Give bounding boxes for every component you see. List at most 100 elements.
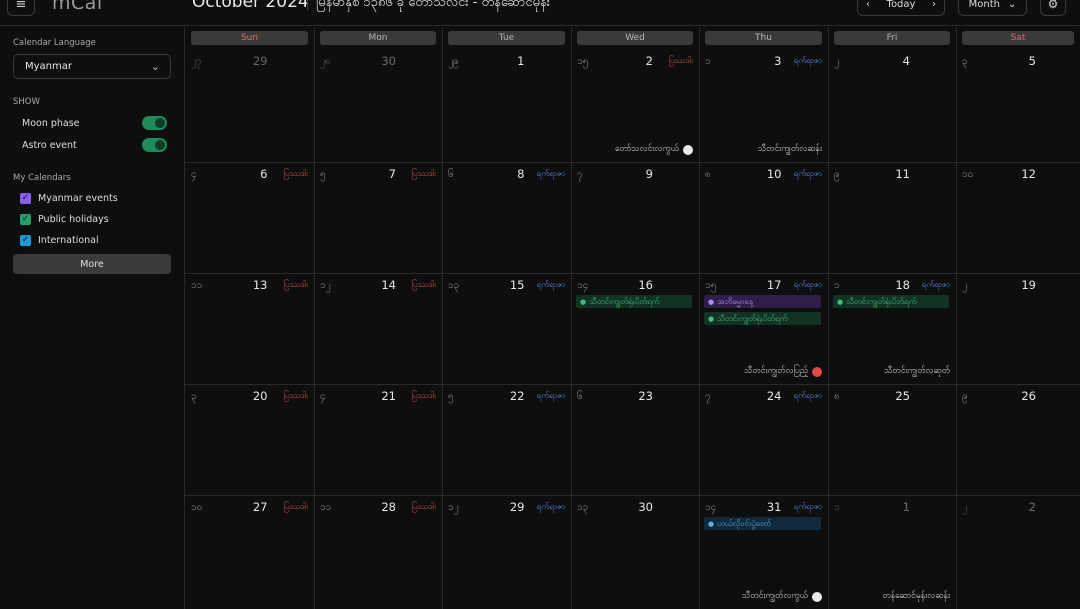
day-cell[interactable]: ၁၅ 2 ပြဿဒါး တော်သလင်းလကွယ် <box>571 49 699 162</box>
day-cell[interactable]: ၆ 8 ရက်ရာဇာ <box>442 162 571 273</box>
yatyaza-badge: ရက်ရာဇာ <box>793 280 822 289</box>
astro-event: တော်သလင်းလကွယ် <box>615 144 693 156</box>
day-cell[interactable]: ၅ 22 ရက်ရာဇာ <box>442 384 571 495</box>
calendar-label: Myanmar events <box>38 192 118 204</box>
day-cell[interactable]: ၇9 <box>571 162 699 273</box>
day-number: 25 <box>895 389 910 403</box>
settings-button[interactable]: ⚙ <box>1040 0 1066 16</box>
event-chip[interactable]: ● အဘိဓမ္မာနေ့ <box>704 295 821 308</box>
day-cell[interactable]: ၁ 1 တန်ဆောင်မုန်းလဆန်း <box>828 495 956 609</box>
calendar-international[interactable]: ✓ International <box>20 233 99 247</box>
myanmar-day-number: ၈ <box>834 391 840 402</box>
pyathada-badge: ပြဿဒါး <box>283 169 308 178</box>
day-cell[interactable]: ၂ 19 <box>956 273 1080 384</box>
day-cell[interactable]: ၁၂ 14 ပြဿဒါး <box>314 273 442 384</box>
date-navigation: ‹ Today › <box>857 0 945 16</box>
astro-event-switch[interactable] <box>142 138 167 152</box>
day-number: 16 <box>638 278 653 292</box>
month-grid: Sun Mon Tue Wed Thu Fri Sat ၂၇ 29 ၂၈ 30 ၂၉ 1 ၁၅ 2 ပြဿဒါ… <box>185 27 1080 609</box>
day-number: 29 <box>509 500 525 514</box>
myanmar-day-number: ၂၉ <box>448 56 459 67</box>
myanmar-day-number: ၉ <box>962 391 968 402</box>
day-cell[interactable]: ၅ 7 ပြဿဒါး <box>314 162 442 273</box>
event-chip[interactable]: ● ဟယ်လိုဝင်းပွဲတော် <box>704 517 821 530</box>
checkbox[interactable]: ✓ <box>20 213 31 225</box>
more-button[interactable]: More <box>13 254 171 274</box>
myanmar-day-number: ၃ <box>191 391 197 402</box>
checkbox[interactable]: ✓ <box>20 234 31 246</box>
my-calendars-label: My Calendars <box>13 173 71 183</box>
day-number: 3 <box>774 54 782 68</box>
day-cell[interactable]: ၁၃ 30 <box>571 495 699 609</box>
day-number: 22 <box>509 389 525 403</box>
day-cell[interactable]: ၁ 18 ရက်ရာဇာ ● သီတင်းကျွတ်ရုံးပိတ်ရက် သီတင်းက… <box>828 273 956 384</box>
astro-event: သီတင်းကျွတ်လကွယ် <box>742 591 822 603</box>
day-cell[interactable]: ၁၁ 13 ပြဿဒါး <box>185 273 314 384</box>
view-select[interactable]: Month ⌄ <box>958 0 1027 16</box>
calendar-public-holidays[interactable]: ✓ Public holidays <box>20 212 109 226</box>
myanmar-day-number: ၅ <box>320 169 326 180</box>
day-cell[interactable]: ၉ 11 <box>828 162 956 273</box>
day-cell[interactable]: ၁၀ 27 ပြဿဒါး <box>185 495 314 609</box>
event-chip[interactable]: ● သီတင်းကျွတ်ရုံးပိတ်ရက် <box>704 312 821 325</box>
day-cell[interactable]: ၂၉ 1 <box>442 49 571 162</box>
day-cell[interactable]: ၂2 <box>956 495 1080 609</box>
day-cell[interactable]: ၉ 26 <box>956 384 1080 495</box>
day-cell[interactable]: ၃ 20 ပြဿဒါး <box>185 384 314 495</box>
event-chip[interactable]: ● သီတင်းကျွတ်ရုံးပိတ်ရက် <box>576 295 692 308</box>
myanmar-day-number: ၁၁ <box>191 280 203 291</box>
moon-phase-switch[interactable] <box>142 116 167 130</box>
event-title: ဟယ်လိုဝင်းပွဲတော် <box>717 518 772 528</box>
chevron-right-icon[interactable]: › <box>932 0 936 10</box>
myanmar-day-number: ၁ <box>705 56 711 67</box>
day-cell[interactable]: ၂4 <box>828 49 956 162</box>
chevron-down-icon: ⌄ <box>1007 0 1017 10</box>
day-cell[interactable]: ၁၅ 17 ရက်ရာဇာ ● အဘိဓမ္မာနေ့ ● သီတင်းကျွတ်ရုံးပ… <box>699 273 828 384</box>
event-chip[interactable]: ● သီတင်းကျွတ်ရုံးပိတ်ရက် <box>833 295 949 308</box>
calendar-myanmar-events[interactable]: ✓ Myanmar events <box>20 191 118 205</box>
checkbox[interactable]: ✓ <box>20 192 31 204</box>
myanmar-day-number: ၂ <box>962 502 967 513</box>
day-cell[interactable]: ၁၂ 29 ရက်ရာဇာ <box>442 495 571 609</box>
day-cell[interactable]: ၇ 24 ရက်ရာဇာ <box>699 384 828 495</box>
day-cell[interactable]: ၈ 10 ရက်ရာဇာ <box>699 162 828 273</box>
day-cell[interactable]: ၁၃ 15 ရက်ရာဇာ <box>442 273 571 384</box>
day-cell[interactable]: ၄ 21 ပြဿဒါး <box>314 384 442 495</box>
menu-button[interactable]: ≡ <box>7 0 35 16</box>
astro-event: သီတင်းကျွတ်လပြည့် <box>744 366 822 378</box>
weekday-header-fri: Fri <box>834 31 950 45</box>
title-divider <box>307 0 308 10</box>
language-select[interactable]: Myanmar ⌄ <box>13 54 171 79</box>
day-cell[interactable]: ၁ 3 ရက်ရာဇာ သီတင်းကျွတ်လဆန်း <box>699 49 828 162</box>
chevron-left-icon[interactable]: ‹ <box>866 0 870 10</box>
myanmar-day-number: ၈ <box>705 169 711 180</box>
today-button[interactable]: Today <box>887 0 916 10</box>
day-cell[interactable]: ၁၄ 16 ● သီတင်းကျွတ်ရုံးပိတ်ရက် <box>571 273 699 384</box>
myanmar-day-number: ၇ <box>705 391 711 402</box>
toggle-label: Astro event <box>22 139 77 151</box>
event-title: သီတင်းကျွတ်ရုံးပိတ်ရက် <box>846 296 917 306</box>
day-number: 28 <box>381 500 396 514</box>
myanmar-day-number: ၁၁ <box>320 502 332 513</box>
day-number: 6 <box>260 167 268 181</box>
day-cell[interactable]: ၁၀ 12 <box>956 162 1080 273</box>
yatyaza-badge: ရက်ရာဇာ <box>793 391 822 400</box>
myanmar-month-title: မြန်မာနှစ် ၁၃၈၆ ခု တော်သလင်း - တန်ဆောင်မ… <box>316 0 551 10</box>
day-number: 1 <box>517 54 525 68</box>
day-number: 10 <box>766 167 782 181</box>
pyathada-badge: ပြဿဒါး <box>411 502 436 511</box>
weekday-header-sun: Sun <box>191 31 308 45</box>
day-cell[interactable]: ၂၇ 29 <box>185 49 314 162</box>
day-cell[interactable]: ၈ 25 <box>828 384 956 495</box>
hamburger-icon: ≡ <box>15 0 27 12</box>
day-cell[interactable]: ၁၄ 31 ရက်ရာဇာ ● ဟယ်လိုဝင်းပွဲတော် သီတင်းကျွတ်… <box>699 495 828 609</box>
astro-event-label: သီတင်းကျွတ်လကွယ် <box>742 591 808 601</box>
day-cell[interactable]: ၄ 6 ပြဿဒါး <box>185 162 314 273</box>
day-cell[interactable]: ၆ 23 <box>571 384 699 495</box>
day-number: 19 <box>1021 278 1036 292</box>
moon-phase-icon <box>683 145 693 155</box>
day-cell[interactable]: ၂၈ 30 <box>314 49 442 162</box>
day-cell[interactable]: ၁၁ 28 ပြဿဒါး <box>314 495 442 609</box>
astro-event-label: သီတင်းကျွတ်လဆုတ် <box>884 366 950 376</box>
day-cell[interactable]: ၃5 <box>956 49 1080 162</box>
